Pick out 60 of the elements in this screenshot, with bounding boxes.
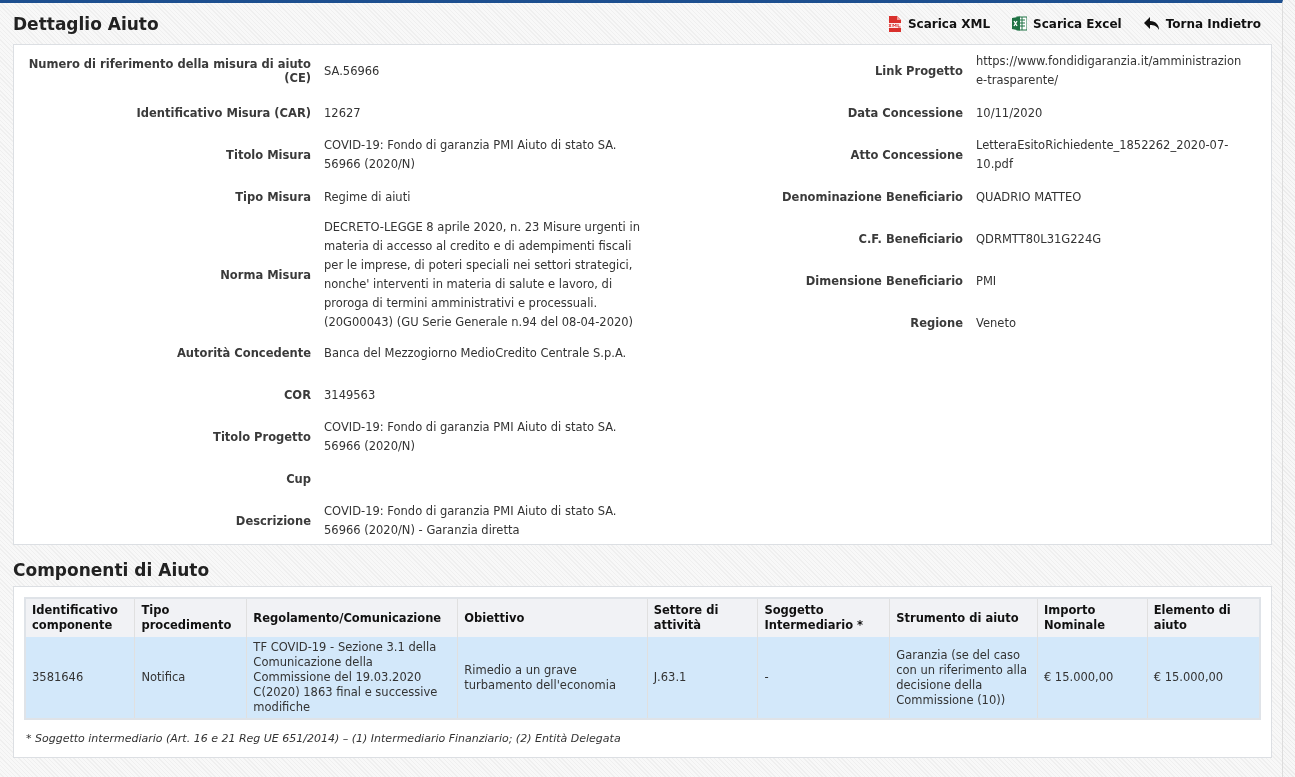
- field-value: PMI: [976, 272, 997, 290]
- table-cell: Notifica: [134, 637, 247, 719]
- field-value: COVID-19: Fondo di garanzia PMI Aiuto di stato SA. 56966 (2020/N) - Garanzia diretta: [324, 503, 618, 539]
- table-cell: TF COVID-19 - Sezione 3.1 della Comunicazione della Commissione del 19.03.2020 C(2020) 1863 final e successive modifiche: [246, 637, 458, 719]
- field-value: 12627: [324, 104, 361, 122]
- column-header: Importo Nominale: [1037, 598, 1148, 637]
- field-value: COVID-19: Fondo di garanzia PMI Aiuto di stato SA. 56966 (2020/N): [324, 419, 618, 455]
- download-excel-link[interactable]: Scarica Excel: [1012, 15, 1122, 32]
- table-cell: J.63.1: [647, 637, 758, 719]
- download-xml-link[interactable]: Scarica XML: [887, 15, 991, 32]
- field-value: COVID-19: Fondo di garanzia PMI Aiuto di stato SA. 56966 (2020/N): [324, 137, 618, 173]
- xml-file-icon: [887, 15, 902, 32]
- field-value: LetteraEsitoRichiedente_1852262_2020-07-10.pdf: [976, 137, 1230, 173]
- spreadsheet-file-icon: [1012, 16, 1028, 31]
- table-cell: -: [757, 637, 890, 719]
- column-header: Tipo procedimento: [134, 598, 247, 637]
- field-label: Identificativo Misura (CAR): [136, 106, 311, 120]
- column-header: Regolamento/Comunicazione: [246, 598, 458, 637]
- field-label: Cup: [286, 472, 311, 486]
- table-cell: Garanzia (se del caso con un riferimento alla decisione della Commissione (10)): [889, 637, 1038, 719]
- field-value: Regime di aiuti: [324, 188, 411, 206]
- field-label: Autorità Concedente: [176, 346, 311, 360]
- field-value: https://www.fondidigaranzia.it/amministrazione-trasparente/: [976, 53, 1243, 89]
- field-label: C.F. Beneficiario: [858, 232, 963, 246]
- field-label: Denominazione Beneficiario: [782, 190, 963, 204]
- column-header: Soggetto Intermediario *: [757, 598, 890, 637]
- back-arrow-icon: [1143, 16, 1160, 31]
- field-value: Banca del Mezzogiorno MedioCredito Centrale S.p.A.: [324, 344, 627, 362]
- field-label: Data Concessione: [847, 106, 963, 120]
- field-label: Titolo Misura: [226, 148, 311, 162]
- column-header: Elemento di aiuto: [1147, 598, 1260, 637]
- field-value: 10/11/2020: [976, 104, 1043, 122]
- table-cell: € 15.000,00: [1147, 637, 1260, 719]
- table-cell: € 15.000,00: [1037, 637, 1148, 719]
- back-link[interactable]: Torna Indietro: [1143, 15, 1261, 32]
- field-label: Titolo Progetto: [213, 430, 311, 444]
- column-header: Obiettivo: [457, 598, 648, 637]
- field-value: 3149563: [324, 386, 376, 404]
- field-label: Norma Misura: [220, 268, 311, 282]
- field-value: QUADRIO MATTEO: [976, 188, 1082, 206]
- field-value: Veneto: [976, 314, 1016, 332]
- field-label: Atto Concessione: [850, 148, 963, 162]
- field-label: Descrizione: [235, 514, 311, 528]
- field-label: Link Progetto: [874, 64, 963, 78]
- field-label: Numero di riferimento della misura di aiuto (CE): [27, 57, 311, 85]
- column-header: Identificativo componente: [25, 598, 135, 637]
- page-title: Dettaglio Aiuto: [13, 13, 159, 34]
- field-label: Dimensione Beneficiario: [805, 274, 963, 288]
- section-title: Componenti di Aiuto: [12, 559, 211, 582]
- field-label: Regione: [910, 316, 963, 330]
- column-header: Strumento di aiuto: [889, 598, 1038, 637]
- field-label: COR: [283, 388, 311, 402]
- table-cell: 3581646: [25, 637, 135, 719]
- field-value: SA.56966: [324, 62, 380, 80]
- field-value: DECRETO-LEGGE 8 aprile 2020, n. 23 Misure urgenti in materia di accesso al credito e di adempimenti fiscali per le imprese, di poteri speciali nei settori strategici, nonche' interventi in materia di salute e lavoro, di proroga di termini amministrativi e processuali. (20G00043) (GU Serie Generale n.94 del 08-04-2020): [324, 219, 641, 331]
- column-header: Settore di attività: [647, 598, 758, 637]
- table-cell: Rimedio a un grave turbamento dell'economia: [457, 637, 648, 719]
- field-label: Tipo Misura: [235, 190, 311, 204]
- field-value: QDRMTT80L31G224G: [976, 230, 1102, 248]
- footnote: * Soggetto intermediario (Art. 16 e 21 Reg UE 651/2014) – (1) Intermediario Finanziario; (2) Entità Delegata: [26, 732, 622, 745]
